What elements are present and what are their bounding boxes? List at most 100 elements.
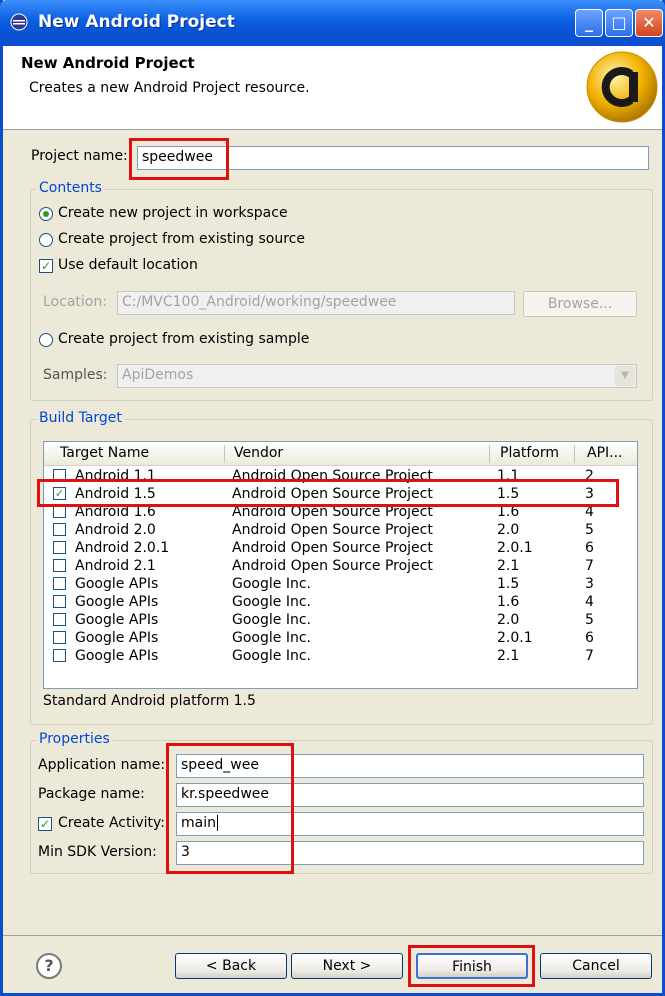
cell-platform: 1.6 bbox=[497, 594, 520, 610]
cell-api: 7 bbox=[585, 648, 594, 664]
target-status-text: Standard Android platform 1.5 bbox=[43, 693, 256, 709]
table-row[interactable]: ✓ Google APIs Google Inc. 2.0.1 6 bbox=[44, 629, 637, 647]
cell-platform: 1.5 bbox=[497, 576, 520, 592]
highlight-box-android-1-5 bbox=[37, 479, 619, 507]
radio-existing-sample-label[interactable]: Create project from existing sample bbox=[58, 331, 309, 347]
location-input[interactable]: C:/MVC100_Android/working/speedwee bbox=[117, 291, 515, 315]
cell-name: Google APIs bbox=[75, 648, 159, 664]
row-checkbox[interactable]: ✓ bbox=[53, 523, 66, 536]
cell-vendor: Google Inc. bbox=[232, 594, 311, 610]
cell-vendor: Android Open Source Project bbox=[232, 522, 433, 538]
cell-api: 3 bbox=[585, 576, 594, 592]
cell-platform: 2.1 bbox=[497, 558, 520, 574]
cell-vendor: Android Open Source Project bbox=[232, 558, 433, 574]
table-row[interactable]: ✓ Android 2.0 Android Open Source Project 2… bbox=[44, 521, 637, 539]
wizard-title: New Android Project bbox=[21, 54, 195, 72]
create-activity-label[interactable]: Create Activity: bbox=[58, 815, 165, 831]
row-checkbox[interactable]: ✓ bbox=[53, 631, 66, 644]
chevron-down-icon[interactable]: ▼ bbox=[615, 366, 635, 386]
cell-api: 5 bbox=[585, 612, 594, 628]
cell-name: Google APIs bbox=[75, 630, 159, 646]
cell-name: Google APIs bbox=[75, 576, 159, 592]
table-row[interactable]: ✓ Android 2.0.1 Android Open Source Projec… bbox=[44, 539, 637, 557]
column-platform[interactable]: Platform bbox=[500, 445, 559, 461]
cell-vendor: Google Inc. bbox=[232, 576, 311, 592]
highlight-box-finish bbox=[408, 945, 535, 987]
cell-platform: 2.1 bbox=[497, 648, 520, 664]
contents-group-title: Contents bbox=[36, 180, 105, 196]
table-row[interactable]: ✓ Google APIs Google Inc. 2.0 5 bbox=[44, 611, 637, 629]
row-checkbox[interactable]: ✓ bbox=[53, 559, 66, 572]
use-default-location-checkbox[interactable]: ✓ bbox=[39, 259, 53, 273]
project-name-label: Project name: bbox=[31, 148, 128, 164]
column-target-name[interactable]: Target Name bbox=[60, 445, 149, 461]
wizard-header: New Android Project Creates a new Androi… bbox=[3, 46, 662, 130]
row-checkbox[interactable]: ✓ bbox=[53, 541, 66, 554]
column-divider[interactable] bbox=[574, 445, 575, 463]
cell-name: Android 2.1 bbox=[75, 558, 156, 574]
cell-name: Google APIs bbox=[75, 612, 159, 628]
radio-create-new-label[interactable]: Create new project in workspace bbox=[58, 205, 288, 221]
dialog-window: New Android Project _ □ ✕ New Android Pr… bbox=[0, 0, 665, 996]
properties-group-title: Properties bbox=[36, 731, 113, 747]
cell-api: 7 bbox=[585, 558, 594, 574]
eclipse-icon bbox=[10, 13, 28, 31]
location-label: Location: bbox=[43, 294, 107, 310]
samples-combo[interactable]: ApiDemos ▼ bbox=[117, 364, 637, 388]
cell-vendor: Google Inc. bbox=[232, 648, 311, 664]
android-adt-logo-icon bbox=[586, 51, 658, 123]
app-name-label: Application name: bbox=[38, 757, 166, 773]
build-target-group-title: Build Target bbox=[36, 410, 125, 426]
table-row[interactable]: ✓ Google APIs Google Inc. 2.1 7 bbox=[44, 647, 637, 665]
create-activity-checkbox[interactable]: ✓ bbox=[38, 817, 52, 831]
row-checkbox[interactable]: ✓ bbox=[53, 577, 66, 590]
column-api[interactable]: API... bbox=[587, 445, 623, 461]
cell-platform: 2.0 bbox=[497, 522, 520, 538]
cell-vendor: Google Inc. bbox=[232, 612, 311, 628]
radio-existing-source-label[interactable]: Create project from existing source bbox=[58, 231, 305, 247]
wizard-description: Creates a new Android Project resource. bbox=[29, 80, 310, 96]
radio-existing-source[interactable] bbox=[39, 233, 53, 247]
maximize-button[interactable]: □ bbox=[605, 9, 633, 37]
row-checkbox[interactable]: ✓ bbox=[53, 595, 66, 608]
help-icon[interactable]: ? bbox=[36, 953, 62, 979]
browse-button[interactable]: Browse... bbox=[523, 291, 637, 317]
close-button[interactable]: ✕ bbox=[635, 9, 663, 37]
minimize-button[interactable]: _ bbox=[575, 9, 603, 37]
min-sdk-label: Min SDK Version: bbox=[38, 844, 157, 860]
table-row[interactable]: ✓ Google APIs Google Inc. 1.6 4 bbox=[44, 593, 637, 611]
row-checkbox[interactable]: ✓ bbox=[53, 649, 66, 662]
cell-platform: 2.0.1 bbox=[497, 540, 533, 556]
table-row[interactable]: ✓ Google APIs Google Inc. 1.5 3 bbox=[44, 575, 637, 593]
bottom-divider bbox=[3, 935, 662, 936]
cell-api: 6 bbox=[585, 630, 594, 646]
highlight-box-properties bbox=[166, 743, 294, 874]
package-name-label: Package name: bbox=[38, 786, 145, 802]
radio-create-new[interactable] bbox=[39, 207, 53, 221]
table-header: Target Name Vendor Platform API... bbox=[44, 442, 637, 466]
column-divider[interactable] bbox=[489, 445, 490, 463]
window-title: New Android Project bbox=[38, 12, 235, 32]
cell-api: 6 bbox=[585, 540, 594, 556]
column-divider[interactable] bbox=[224, 445, 225, 463]
title-bar[interactable]: New Android Project _ □ ✕ bbox=[0, 0, 665, 46]
highlight-box-project-name bbox=[129, 138, 229, 180]
cell-platform: 2.0 bbox=[497, 612, 520, 628]
cell-platform: 2.0.1 bbox=[497, 630, 533, 646]
samples-combo-value: ApiDemos bbox=[122, 367, 194, 383]
cancel-button[interactable]: Cancel bbox=[540, 953, 652, 979]
column-vendor[interactable]: Vendor bbox=[234, 445, 283, 461]
cell-vendor: Android Open Source Project bbox=[232, 540, 433, 556]
samples-label: Samples: bbox=[43, 367, 108, 383]
cell-name: Google APIs bbox=[75, 594, 159, 610]
cell-name: Android 2.0 bbox=[75, 522, 156, 538]
row-checkbox[interactable]: ✓ bbox=[53, 613, 66, 626]
back-button[interactable]: < Back bbox=[175, 953, 287, 979]
cell-api: 5 bbox=[585, 522, 594, 538]
radio-existing-sample[interactable] bbox=[39, 333, 53, 347]
next-button[interactable]: Next > bbox=[291, 953, 403, 979]
use-default-location-label[interactable]: Use default location bbox=[58, 257, 198, 273]
cell-api: 4 bbox=[585, 594, 594, 610]
table-row[interactable]: ✓ Android 2.1 Android Open Source Project 2… bbox=[44, 557, 637, 575]
cell-vendor: Google Inc. bbox=[232, 630, 311, 646]
